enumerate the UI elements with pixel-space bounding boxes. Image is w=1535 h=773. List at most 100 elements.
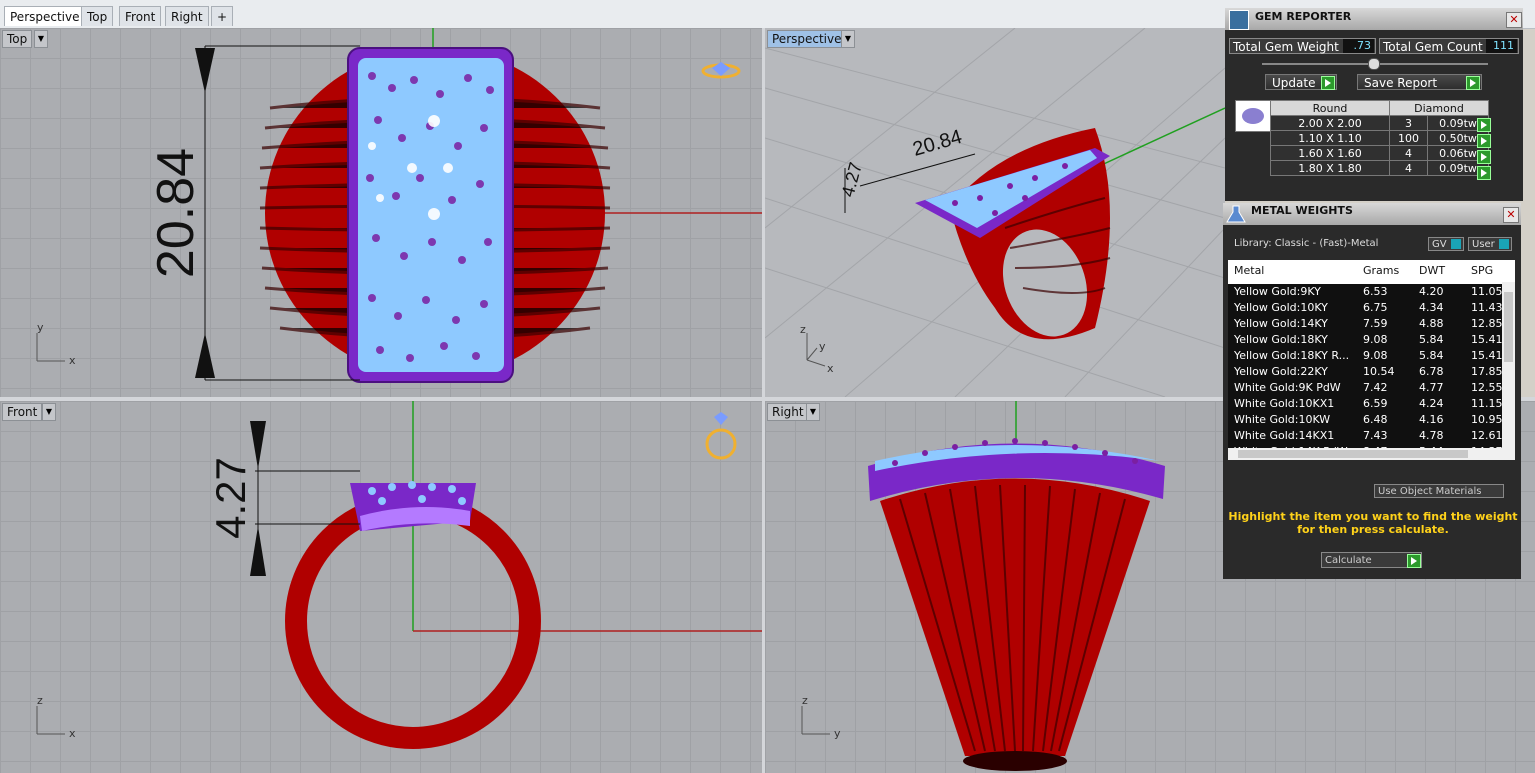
gem-size: 2.00 X 2.00 — [1270, 115, 1390, 131]
viewport-menu-arrow[interactable]: ▼ — [841, 30, 855, 48]
gem-row[interactable]: 1.60 X 1.60 4 0.06tw — [1270, 145, 1489, 161]
gem-row[interactable]: 1.80 X 1.80 4 0.09tw — [1270, 160, 1489, 176]
gem-count: 100 — [1388, 130, 1429, 146]
metal-cell-dwt: 4.20 — [1419, 285, 1444, 298]
save-report-button-label: Save Report — [1364, 76, 1438, 90]
viewport-perspective-label[interactable]: Perspective — [767, 30, 847, 48]
axis-y-label: y — [819, 340, 826, 353]
update-play-icon[interactable] — [1321, 76, 1335, 90]
viewport-right-label[interactable]: Right — [767, 403, 809, 421]
gem-slider-thumb[interactable] — [1368, 58, 1380, 70]
add-tab-button[interactable]: + — [211, 6, 234, 26]
update-button-label: Update — [1272, 76, 1316, 90]
metal-cell-dwt: 4.24 — [1419, 397, 1444, 410]
metal-cell-metal: Yellow Gold:14KY — [1234, 317, 1328, 330]
gem-row-play-icon[interactable] — [1477, 134, 1491, 148]
viewport-perspective[interactable]: Perspective ▼ 20.84 4.27 x y z — [765, 28, 1225, 397]
metal-row[interactable]: White Gold:9K PdW 7.42 4.77 12.55 — [1228, 380, 1515, 397]
total-gem-count-value: 111 — [1486, 39, 1517, 53]
dimension-height-perspective: 4.27 — [838, 160, 866, 199]
calculate-button-label: Calculate — [1325, 555, 1372, 566]
metal-cell-dwt: 5.84 — [1419, 349, 1444, 362]
tab-top[interactable]: Top — [81, 6, 114, 26]
ring-icon-front — [705, 412, 737, 460]
metal-cell-dwt: 5.84 — [1419, 333, 1444, 346]
viewport-menu-arrow[interactable]: ▼ — [34, 30, 48, 48]
save-report-play-icon[interactable] — [1466, 76, 1480, 90]
gem-reporter-close-button[interactable]: ✕ — [1506, 12, 1522, 28]
gem-table-header-material: Diamond — [1389, 100, 1489, 116]
metal-table-vertical-scrollbar[interactable] — [1502, 282, 1515, 448]
axis-z-label: z — [802, 694, 808, 707]
gem-row-play-icon[interactable] — [1477, 118, 1491, 132]
metal-cell-grams: 7.42 — [1363, 381, 1388, 394]
gem-row[interactable]: 2.00 X 2.00 3 0.09tw — [1270, 115, 1489, 131]
gem-row-play-icon[interactable] — [1477, 150, 1491, 164]
gv-toggle[interactable]: GV — [1428, 237, 1464, 251]
gem-reporter-icon — [1229, 10, 1249, 30]
gem-row-play-icon[interactable] — [1477, 166, 1491, 180]
viewport-top[interactable]: Top ▼ 20.84 x y — [0, 28, 762, 397]
viewport-front[interactable]: Front ▼ 4.27 x z — [0, 401, 762, 773]
gem-count: 4 — [1388, 160, 1429, 176]
metal-row[interactable]: White Gold:14KX1 7.43 4.78 12.61 — [1228, 428, 1515, 445]
metal-row[interactable]: Yellow Gold:18KY R... 9.08 5.84 15.41 — [1228, 348, 1515, 365]
calculate-play-icon[interactable] — [1407, 554, 1421, 568]
metal-cell-metal: White Gold:10KX1 — [1234, 397, 1335, 410]
column-spg[interactable]: SPG — [1471, 260, 1493, 282]
column-dwt[interactable]: DWT — [1419, 260, 1445, 282]
viewport-menu-arrow[interactable]: ▼ — [42, 403, 56, 421]
metal-row[interactable]: Yellow Gold:18KY 9.08 5.84 15.41 — [1228, 332, 1515, 349]
metal-cell-metal: Yellow Gold:18KY — [1234, 333, 1328, 346]
metal-cell-metal: White Gold:14KX1 — [1234, 429, 1335, 442]
column-metal[interactable]: Metal — [1234, 260, 1264, 282]
metal-weights-close-button[interactable]: ✕ — [1503, 207, 1519, 223]
column-grams[interactable]: Grams — [1363, 260, 1399, 282]
metal-row[interactable]: Yellow Gold:10KY 6.75 4.34 11.43 — [1228, 300, 1515, 317]
viewport-menu-arrow[interactable]: ▼ — [806, 403, 820, 421]
metal-cell-dwt: 4.88 — [1419, 317, 1444, 330]
metal-row[interactable]: White Gold:10KX1 6.59 4.24 11.15 — [1228, 396, 1515, 413]
gem-size: 1.80 X 1.80 — [1270, 160, 1390, 176]
tab-right[interactable]: Right — [165, 6, 209, 26]
tab-perspective[interactable]: Perspective — [4, 6, 86, 26]
metal-row[interactable]: Yellow Gold:14KY 7.59 4.88 12.85 — [1228, 316, 1515, 333]
metal-cell-grams: 9.08 — [1363, 349, 1388, 362]
gem-count: 4 — [1388, 145, 1429, 161]
library-label: Library: Classic - (Fast)-Metal — [1234, 238, 1379, 249]
metal-cell-grams: 6.59 — [1363, 397, 1388, 410]
viewport-top-label[interactable]: Top — [2, 30, 33, 48]
top-view-drawing: 20.84 x y — [36, 28, 762, 383]
metal-cell-grams: 7.59 — [1363, 317, 1388, 330]
metal-cell-grams: 6.48 — [1363, 413, 1388, 426]
total-gem-count-label: Total Gem Count — [1383, 40, 1483, 54]
gem-table-header-shape: Round — [1270, 100, 1390, 116]
axis-x-label: x — [69, 354, 76, 367]
save-report-button[interactable]: Save Report — [1357, 74, 1482, 90]
metal-cell-grams: 6.75 — [1363, 301, 1388, 314]
metal-row[interactable]: Yellow Gold:9KY 6.53 4.20 11.05 — [1228, 284, 1515, 301]
use-object-materials-toggle[interactable]: Use Object Materials — [1374, 484, 1504, 498]
user-toggle[interactable]: User — [1468, 237, 1512, 251]
gem-reporter-titlebar[interactable]: GEM REPORTER — [1225, 8, 1523, 30]
metal-cell-metal: White Gold:9K PdW — [1234, 381, 1341, 394]
gem-reporter-title: GEM REPORTER — [1255, 10, 1352, 23]
metal-cell-grams: 9.08 — [1363, 333, 1388, 346]
metal-cell-dwt: 6.78 — [1419, 365, 1444, 378]
metal-table-horizontal-scrollbar[interactable] — [1228, 448, 1515, 460]
metal-weights-titlebar[interactable]: METAL WEIGHTS — [1223, 203, 1521, 225]
axis-z-label: z — [800, 323, 806, 336]
viewport-front-label[interactable]: Front — [2, 403, 43, 421]
metal-weights-title: METAL WEIGHTS — [1251, 204, 1353, 217]
instruction-line-1: Highlight the item you want to find the … — [1228, 510, 1518, 523]
metal-row[interactable]: Yellow Gold:22KY 10.54 6.78 17.85 — [1228, 364, 1515, 381]
axis-y-label: y — [834, 727, 841, 740]
metal-cell-dwt: 4.34 — [1419, 301, 1444, 314]
metal-cell-metal: Yellow Gold:9KY — [1234, 285, 1321, 298]
metal-cell-metal: Yellow Gold:22KY — [1234, 365, 1328, 378]
metal-cell-metal: Yellow Gold:10KY — [1234, 301, 1328, 314]
gem-size: 1.10 X 1.10 — [1270, 130, 1390, 146]
metal-row[interactable]: White Gold:10KW 6.48 4.16 10.95 — [1228, 412, 1515, 429]
gem-row[interactable]: 1.10 X 1.10 100 0.50tw — [1270, 130, 1489, 146]
tab-front[interactable]: Front — [119, 6, 162, 26]
